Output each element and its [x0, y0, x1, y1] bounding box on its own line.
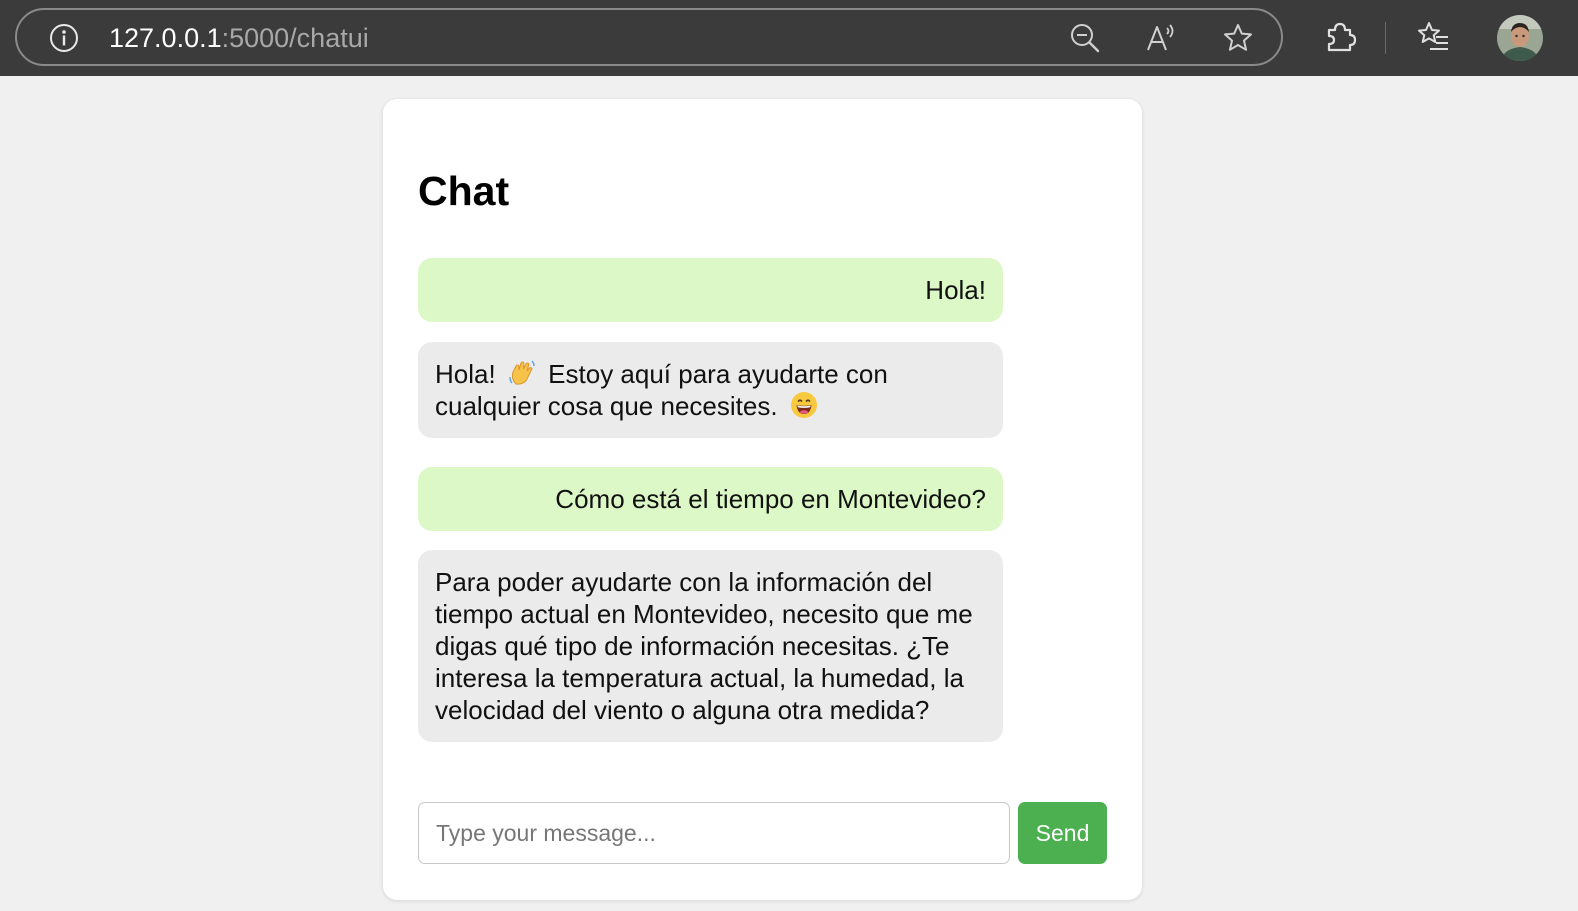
- user-message: Cómo está el tiempo en Montevideo?: [418, 467, 1003, 531]
- url-text[interactable]: 127.0.0.1:5000/chatui: [109, 20, 369, 56]
- info-icon[interactable]: [49, 23, 79, 53]
- url-path: :5000/chatui: [221, 23, 369, 53]
- waving-hand-emoji: [509, 360, 535, 385]
- chat-card: Chat Hola! Hola! Estoy aquí para ayudart…: [383, 99, 1142, 900]
- message-text: Hola!: [925, 275, 986, 305]
- bot-message: Hola! Estoy aquí para ayudarte con cualq…: [418, 342, 1003, 438]
- zoom-out-icon[interactable]: [1069, 22, 1101, 54]
- browser-toolbar: 127.0.0.1:5000/chatui: [0, 0, 1578, 76]
- message-text: Cómo está el tiempo en Montevideo?: [555, 484, 986, 514]
- star-icon[interactable]: [1222, 22, 1254, 54]
- bot-message: Para poder ayudarte con la información d…: [418, 550, 1003, 742]
- user-message: Hola!: [418, 258, 1003, 322]
- grinning-face-emoji: [790, 392, 817, 418]
- message-text: Hola!: [435, 359, 496, 389]
- avatar[interactable]: [1497, 15, 1543, 61]
- puzzle-icon[interactable]: [1323, 20, 1357, 54]
- address-bar[interactable]: 127.0.0.1:5000/chatui: [15, 8, 1283, 66]
- send-button[interactable]: Send: [1018, 802, 1107, 864]
- message-input[interactable]: [418, 802, 1010, 864]
- url-host: 127.0.0.1: [109, 23, 222, 53]
- favorites-list-icon[interactable]: [1416, 20, 1450, 54]
- chat-title: Chat: [418, 168, 510, 214]
- message-text: Estoy aquí para ayudarte con cualquier c…: [435, 359, 888, 421]
- toolbar-divider: [1385, 22, 1386, 54]
- read-aloud-icon[interactable]: [1145, 22, 1177, 54]
- message-text: Para poder ayudarte con la información d…: [435, 567, 973, 725]
